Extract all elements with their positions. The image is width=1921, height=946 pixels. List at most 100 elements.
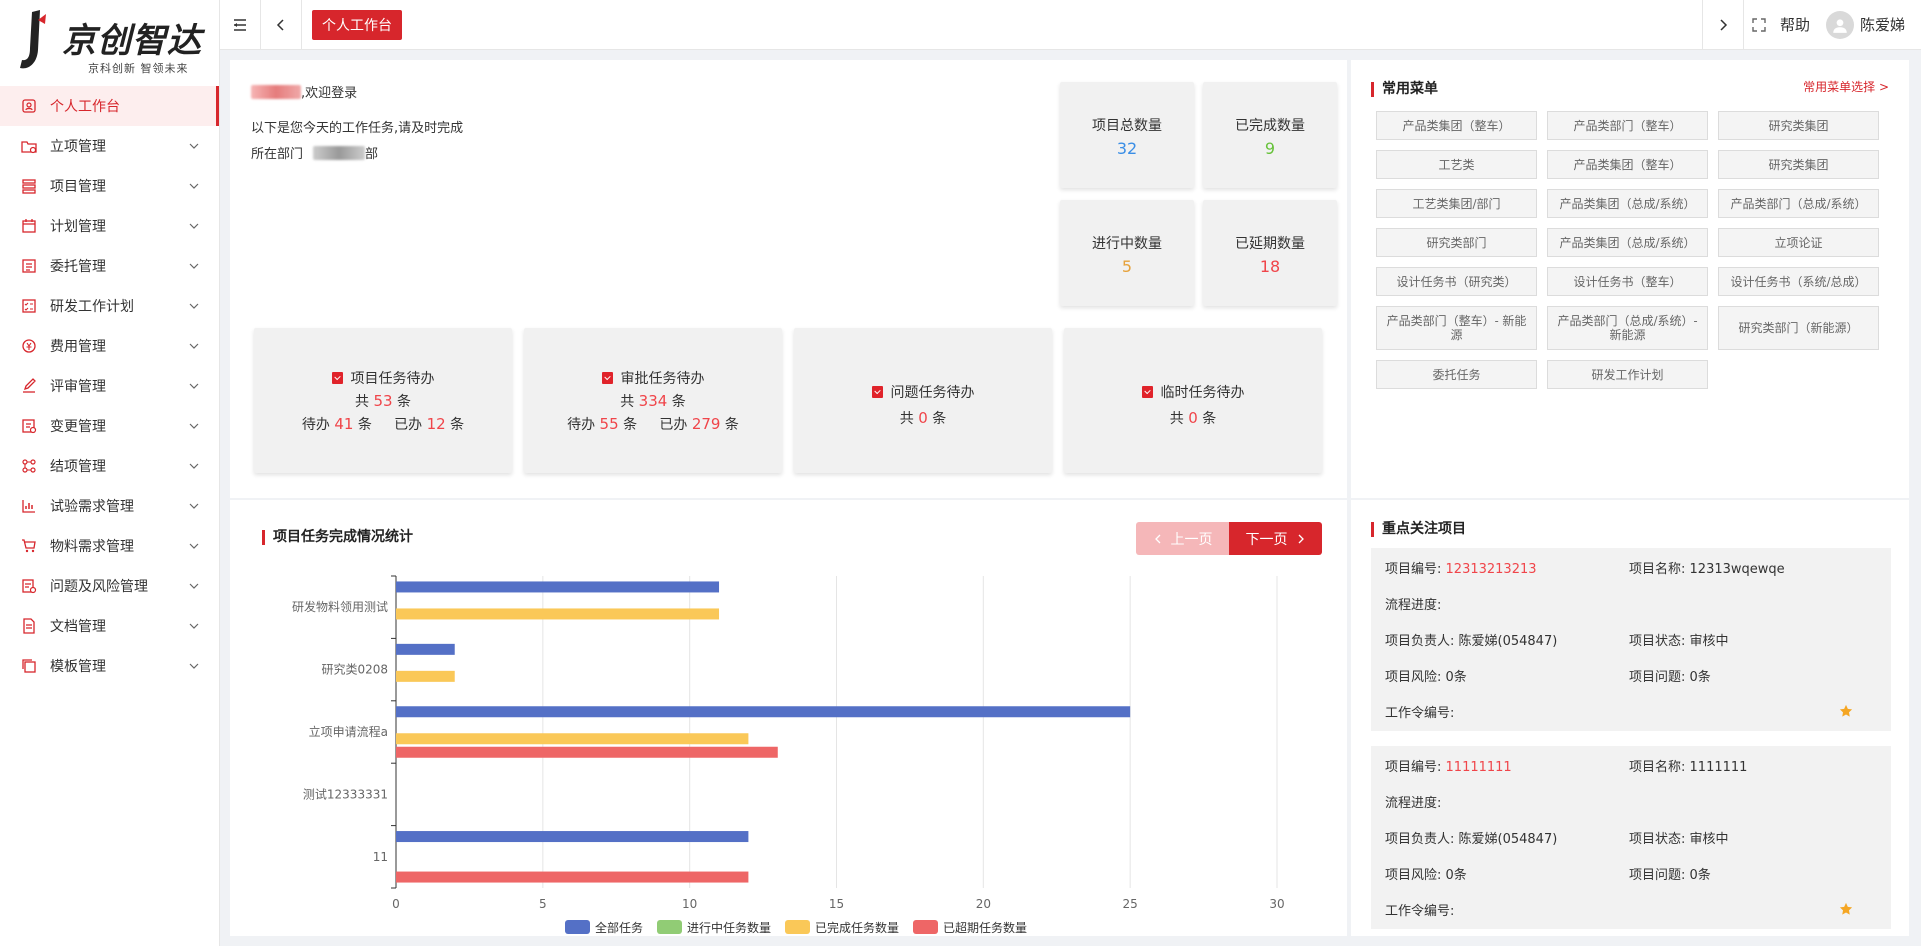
common-menu-select-link[interactable]: 常用菜单选择 > (1803, 78, 1889, 95)
department-line: 所在部门 部 (251, 143, 378, 162)
sidebar-item-folder[interactable]: 立项管理 (0, 126, 219, 166)
tab-workbench[interactable]: 个人工作台 (312, 9, 402, 40)
sidebar-item-money[interactable]: 费用管理 (0, 326, 219, 366)
sidebar-item-workbench[interactable]: 个人工作台 (0, 86, 219, 126)
sidebar-item-calendar[interactable]: 计划管理 (0, 206, 219, 246)
common-menu-item[interactable]: 产品类部门（总成/系统） (1718, 189, 1879, 218)
project-owner-label: 项目负责人: (1385, 832, 1455, 847)
common-menu-item[interactable]: 研究类集团 (1718, 150, 1879, 179)
project-code-link[interactable]: 11111111 (1446, 760, 1512, 775)
common-menu-item[interactable]: 研究类部门（新能源） (1718, 306, 1879, 350)
common-menu-item[interactable]: 产品类集团（整车） (1376, 111, 1537, 140)
sidebar-item-label: 个人工作台 (50, 99, 120, 115)
sidebar-item-form[interactable]: 委托管理 (0, 246, 219, 286)
todo-card[interactable]: 项目任务待办共 53 条待办 41 条 已办 12 条 (254, 328, 512, 473)
folder-icon (20, 137, 38, 155)
common-menu-item[interactable]: 研发工作计划 (1547, 360, 1708, 389)
topbar: 个人工作台 帮助 陈爱娣 (220, 0, 1921, 50)
common-menu-item[interactable]: 工艺类集团/部门 (1376, 189, 1537, 218)
sidebar-item-edit[interactable]: 评审管理 (0, 366, 219, 406)
todo-card[interactable]: 审批任务待办共 334 条待办 55 条 已办 279 条 (524, 328, 782, 473)
common-menu-item[interactable]: 产品类部门（整车） (1547, 111, 1708, 140)
chevron-down-icon (189, 303, 199, 309)
menu-toggle-button[interactable] (220, 0, 260, 50)
fullscreen-button[interactable] (1744, 0, 1774, 50)
project-risk-label: 项目风险: (1385, 670, 1442, 685)
greeting-text: ,欢迎登录 (301, 86, 358, 101)
user-name[interactable]: 陈爱娣 (1860, 14, 1905, 35)
sidebar-item-label: 项目管理 (50, 179, 106, 195)
focus-project-card[interactable]: 项目编号: 12313213213 项目名称: 12313wqewqe 流程进度: 项… (1371, 548, 1891, 731)
avatar[interactable] (1825, 10, 1854, 39)
todo-total-prefix: 共 (355, 394, 369, 410)
common-menu-item[interactable]: 设计任务书（系统/总成） (1718, 267, 1879, 296)
common-menu-item[interactable]: 产品类集团（整车） (1547, 150, 1708, 179)
sidebar-item-cart[interactable]: 物料需求管理 (0, 526, 219, 566)
sidebar-item-stack[interactable]: 项目管理 (0, 166, 219, 206)
common-menu-item[interactable]: 研究类部门 (1376, 228, 1537, 257)
money-icon (20, 337, 38, 355)
todo-card[interactable]: 临时任务待办共 0 条 (1064, 328, 1322, 473)
sidebar-item-copy[interactable]: 模板管理 (0, 646, 219, 686)
sidebar-item-risk[interactable]: 问题及风险管理 (0, 566, 219, 606)
sidebar: 京创智达 京科创新 智领未来 个人工作台 立项管理 项目管理 计划管理 委托管理 研发工作… (0, 0, 220, 946)
common-menu-item[interactable]: 产品类部门（总成/系统）- 新能源 (1547, 306, 1708, 350)
project-risk: 0条 (1445, 868, 1467, 883)
focus-project-card[interactable]: 项目编号: 11111111 项目名称: 1111111 流程进度: 项目负责人: 陈… (1371, 746, 1891, 929)
sidebar-item-chart[interactable]: 试验需求管理 (0, 486, 219, 526)
brand-subtitle: 京科创新 智领未来 (88, 62, 189, 75)
x-tick-label: 15 (829, 897, 844, 911)
sidebar-item-tasks[interactable]: 研发工作计划 (0, 286, 219, 326)
calendar-icon (20, 217, 38, 235)
project-status-label: 项目状态: (1629, 634, 1686, 649)
sidebar-item-label: 变更管理 (50, 419, 106, 435)
common-menu-item[interactable]: 立项论证 (1718, 228, 1879, 257)
star-icon[interactable] (1839, 902, 1853, 916)
tab-scroll-left-button[interactable] (261, 0, 301, 50)
chart-panel: 项目任务完成情况统计 上一页 下一页 0 5 10 15 20 25 30 研发物料领用测试研… (230, 500, 1347, 936)
sidebar-item-change[interactable]: 变更管理 (0, 406, 219, 446)
todo-title: 问题任务待办 (890, 385, 975, 401)
change-icon (20, 417, 38, 435)
todo-pending-label: 待办 (301, 417, 330, 433)
chevron-down-icon (189, 423, 199, 429)
redacted-department (313, 145, 366, 160)
common-menu-item[interactable]: 工艺类 (1376, 150, 1537, 179)
project-issue: 0条 (1689, 868, 1711, 883)
bar-已超期任务数量 (396, 746, 778, 758)
todo-total-prefix: 共 (899, 411, 914, 427)
project-owner: 陈爱娣(054847) (1458, 832, 1558, 847)
focus-projects-panel: 重点关注项目 项目编号: 12313213213 项目名称: 12313wqewq… (1351, 500, 1909, 936)
project-progress-label: 流程进度: (1385, 598, 1442, 613)
stat-card[interactable]: 项目总数量 32 (1060, 82, 1194, 188)
project-name: 12313wqewqe (1689, 562, 1785, 577)
todo-title: 临时任务待办 (1160, 385, 1245, 401)
chevron-down-icon (189, 183, 199, 189)
common-menu-item[interactable]: 设计任务书（整车） (1547, 267, 1708, 296)
common-menu-item[interactable]: 研究类集团 (1718, 111, 1879, 140)
common-menu-item[interactable]: 委托任务 (1376, 360, 1537, 389)
sidebar-item-label: 结项管理 (50, 459, 106, 475)
common-menu-item[interactable]: 产品类部门（整车）- 新能源 (1376, 306, 1537, 350)
todo-title: 审批任务待办 (620, 371, 705, 387)
bar-已超期任务数量 (396, 871, 749, 883)
stat-card[interactable]: 已延期数量 18 (1203, 200, 1337, 306)
sidebar-item-flow[interactable]: 结项管理 (0, 446, 219, 486)
common-menu-item[interactable]: 产品类集团（总成/系统） (1547, 228, 1708, 257)
project-owner: 陈爱娣(054847) (1458, 634, 1558, 649)
common-menu-item[interactable]: 设计任务书（研究类） (1376, 267, 1537, 296)
legend-swatch (913, 920, 938, 934)
stat-card[interactable]: 进行中数量 5 (1060, 200, 1194, 306)
sidebar-item-doc[interactable]: 文档管理 (0, 606, 219, 646)
bar-已完成任务数量 (396, 733, 749, 745)
star-icon[interactable] (1839, 704, 1853, 718)
project-code-label: 项目编号: (1385, 760, 1442, 775)
stat-card[interactable]: 已完成数量 9 (1203, 82, 1337, 188)
project-status: 审核中 (1689, 634, 1729, 649)
common-menu-item[interactable]: 产品类集团（总成/系统） (1547, 189, 1708, 218)
clipboard-check-icon (1141, 386, 1153, 398)
todo-card[interactable]: 问题任务待办共 0 条 (794, 328, 1052, 473)
tab-scroll-right-button[interactable] (1703, 0, 1743, 50)
help-link[interactable]: 帮助 (1780, 14, 1810, 35)
project-code-link[interactable]: 12313213213 (1446, 562, 1537, 577)
